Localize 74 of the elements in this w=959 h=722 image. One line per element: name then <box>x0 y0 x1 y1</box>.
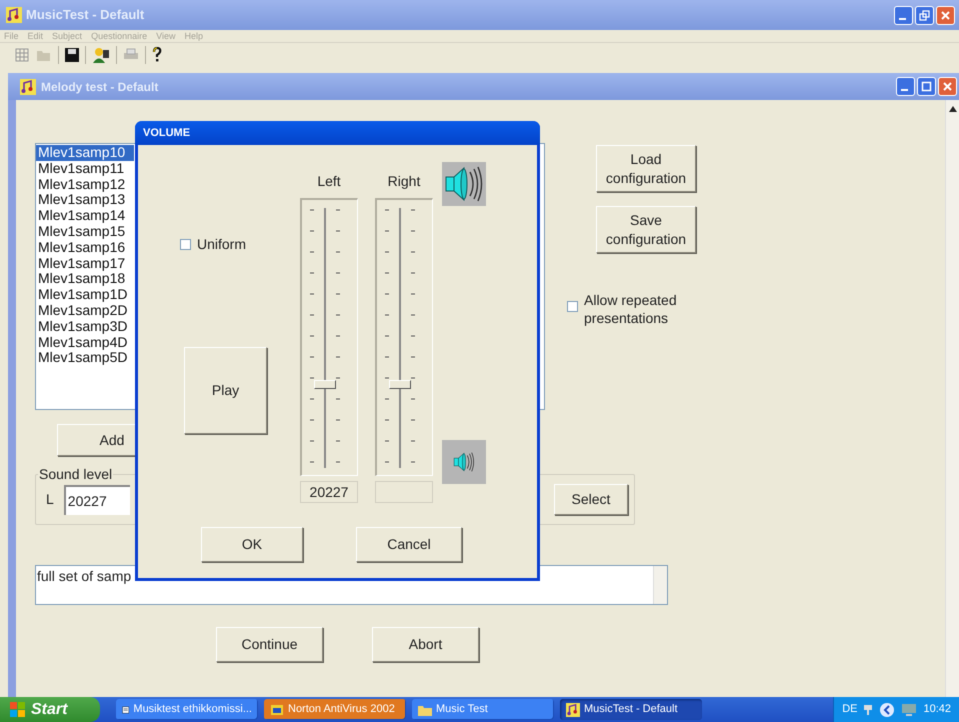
ok-button[interactable]: OK <box>201 527 303 562</box>
volume-slider[interactable] <box>375 198 433 476</box>
level-input-field[interactable]: 20227 <box>64 484 130 514</box>
list-item[interactable]: Mlev1samp17 <box>36 256 134 272</box>
close-icon <box>942 81 953 92</box>
start-button[interactable]: Start <box>0 697 100 722</box>
close-button[interactable] <box>938 77 957 96</box>
checkbox-label: Allow repeated presentations <box>584 291 678 327</box>
restore-button[interactable] <box>915 6 934 24</box>
window-title: Melody test - Default <box>41 78 158 96</box>
close-icon <box>940 10 951 20</box>
music-note-icon <box>6 7 22 23</box>
list-item[interactable]: Mlev1samp18 <box>36 271 134 288</box>
cancel-button[interactable]: Cancel <box>356 527 462 562</box>
taskbar-button[interactable]: Musiktest ethikkomissi... <box>116 699 258 720</box>
flag-icon <box>10 702 26 718</box>
config-button[interactable]: Load configuration <box>596 145 696 192</box>
list-item[interactable]: Mlev1samp1D <box>36 287 134 303</box>
grid-icon[interactable] <box>14 46 30 62</box>
scrollbar[interactable] <box>653 566 667 604</box>
monitor-icon[interactable] <box>901 702 918 716</box>
maximize-button[interactable] <box>917 77 936 96</box>
minimize-button[interactable] <box>894 6 913 24</box>
maximize-icon <box>921 81 932 92</box>
printer-icon[interactable] <box>123 48 139 62</box>
play-button[interactable]: Play <box>184 347 267 434</box>
action-button[interactable]: Abort <box>372 627 479 662</box>
checkbox[interactable] <box>567 301 578 312</box>
dialog-title: VOLUME <box>143 126 190 141</box>
speaker-icon <box>442 162 486 206</box>
channel-label: L <box>46 490 54 509</box>
person-icon[interactable] <box>92 46 110 62</box>
list-item[interactable]: Mlev1samp5D <box>36 350 134 366</box>
save-icon[interactable] <box>65 48 79 62</box>
window-title: MusicTest - Default <box>26 6 144 24</box>
slider-thumb[interactable] <box>389 380 411 389</box>
scrollbar[interactable] <box>945 100 959 697</box>
clock: 10:42 <box>923 702 951 718</box>
action-button[interactable]: Continue <box>216 627 323 662</box>
list-item[interactable]: Mlev1samp3D <box>36 318 134 335</box>
channel-label: Right <box>386 172 422 190</box>
minimize-icon <box>900 89 908 91</box>
description-text: full set of samp <box>36 567 132 586</box>
taskbar-button[interactable]: MusicTest - Default <box>560 699 702 720</box>
channel-label: Left <box>316 172 342 190</box>
list-item[interactable]: Mlev1samp10 <box>36 145 134 161</box>
list-item[interactable]: Mlev1samp15 <box>36 224 134 240</box>
list-item[interactable]: Mlev1samp12 <box>36 176 134 192</box>
speaker-icon <box>442 440 486 484</box>
up-arrow-icon[interactable] <box>948 106 956 112</box>
folder-icon <box>418 704 432 716</box>
close-button[interactable] <box>936 6 955 24</box>
value-field <box>375 481 433 503</box>
select-button[interactable]: Select <box>554 484 628 515</box>
slider-thumb[interactable] <box>314 380 336 389</box>
list-item[interactable]: Mlev1samp14 <box>36 208 134 224</box>
music-note-icon <box>20 78 36 94</box>
checkbox-label: Uniform <box>197 235 246 254</box>
minimize-icon <box>898 18 906 20</box>
taskbar-button[interactable]: Music Test <box>412 699 554 720</box>
list-item[interactable]: Mlev1samp11 <box>36 160 134 177</box>
list-item[interactable]: Mlev1samp13 <box>36 192 134 208</box>
restore-icon <box>919 10 930 20</box>
app-window-icon <box>270 702 284 716</box>
checkbox[interactable] <box>180 239 191 250</box>
volume-slider[interactable] <box>300 198 358 476</box>
list-item[interactable]: Mlev1samp2D <box>36 302 134 319</box>
value-field: 20227 <box>300 481 358 503</box>
list-item[interactable]: Mlev1samp16 <box>36 240 134 256</box>
minimize-button[interactable] <box>896 77 915 96</box>
music-note-icon <box>566 702 580 716</box>
help-icon[interactable] <box>152 46 162 62</box>
list-item[interactable]: Mlev1samp4D <box>36 334 134 350</box>
config-button[interactable]: Save configuration <box>596 206 696 253</box>
